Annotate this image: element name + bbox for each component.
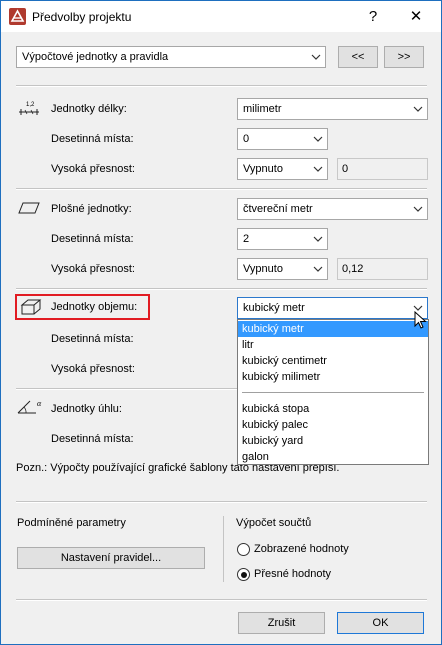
area-precision-label: Vysoká přesnost:: [51, 263, 135, 275]
cancel-button[interactable]: Zrušit: [238, 612, 325, 634]
svg-text:1,2: 1,2: [26, 102, 35, 108]
separator: [16, 599, 427, 601]
length-precision-label: Vysoká přesnost:: [51, 163, 135, 175]
section-select[interactable]: Výpočtové jednotky a pravidla: [16, 46, 326, 68]
dropdown-option-cubic-meter[interactable]: kubický metr: [238, 321, 428, 337]
svg-text:α: α: [37, 399, 42, 408]
dropdown-option-liter[interactable]: litr: [238, 337, 428, 353]
section-select-value: Výpočtové jednotky a pravidla: [22, 51, 169, 63]
exact-values-label[interactable]: Přesné hodnoty: [254, 568, 331, 580]
volume-decimals-label: Desetinná místa:: [51, 333, 134, 345]
displayed-values-label[interactable]: Zobrazené hodnoty: [254, 543, 349, 555]
length-precision-value: Vypnuto: [243, 163, 283, 175]
conditional-params-heading: Podmíněné parametry: [17, 517, 126, 529]
close-button[interactable]: ✕: [404, 7, 428, 27]
area-decimals-label: Desetinná místa:: [51, 233, 134, 245]
separator: [16, 501, 427, 503]
chevron-down-icon: [313, 166, 323, 172]
volume-units-label: Jednotky objemu:: [51, 301, 138, 313]
area-units-label: Plošné jednotky:: [51, 203, 132, 215]
next-section-button[interactable]: >>: [384, 46, 424, 68]
length-decimals-select[interactable]: 0: [237, 128, 328, 150]
separator: [16, 288, 427, 290]
chevron-down-icon: [413, 206, 423, 212]
length-decimals-label: Desetinná místa:: [51, 133, 134, 145]
chevron-down-icon: [311, 54, 321, 60]
chevron-down-icon: [313, 236, 323, 242]
length-units-select[interactable]: milimetr: [237, 98, 428, 120]
volume-units-icon: [20, 299, 42, 315]
length-precision-readout: 0: [337, 158, 428, 180]
length-decimals-value: 0: [243, 133, 250, 145]
totals-heading: Výpočet součtů: [236, 517, 312, 529]
dropdown-option-cubic-yard[interactable]: kubický yard: [238, 433, 428, 449]
dialog-window: Předvolby projektu ? ✕ Výpočtové jednotk…: [0, 0, 442, 645]
area-precision-value: Vypnuto: [243, 263, 283, 275]
separator: [16, 85, 427, 87]
dropdown-option-cubic-centimeter[interactable]: kubický centimetr: [238, 353, 428, 369]
length-units-icon: 1,2: [19, 102, 39, 115]
chevron-down-icon: [313, 266, 323, 272]
dropdown-option-gallon[interactable]: galon: [238, 449, 428, 465]
vertical-separator: [223, 516, 224, 582]
angle-units-label: Jednotky úhlu:: [51, 403, 122, 415]
exact-values-radio[interactable]: [237, 568, 250, 581]
angle-units-icon: α: [17, 399, 42, 414]
window-title: Předvolby projektu: [32, 10, 132, 24]
area-units-icon: [18, 202, 40, 214]
separator: [16, 188, 427, 190]
dropdown-option-cubic-inch[interactable]: kubický palec: [238, 417, 428, 433]
volume-units-dropdown: kubický metr litr kubický centimetr kubi…: [237, 319, 429, 465]
dropdown-option-cubic-foot[interactable]: kubická stopa: [238, 401, 428, 417]
dropdown-option-cubic-millimeter[interactable]: kubický milimetr: [238, 369, 428, 385]
area-decimals-value: 2: [243, 233, 250, 245]
length-units-value: milimetr: [243, 103, 282, 115]
chevron-down-icon: [413, 106, 423, 112]
area-precision-select[interactable]: Vypnuto: [237, 258, 328, 280]
volume-units-value: kubický metr: [243, 302, 305, 314]
mouse-cursor-icon: [414, 311, 427, 329]
area-units-select[interactable]: čtvereční metr: [237, 198, 428, 220]
volume-units-select[interactable]: kubický metr: [237, 297, 428, 319]
rules-settings-button[interactable]: Nastavení pravidel...: [17, 547, 205, 569]
angle-decimals-label: Desetinná místa:: [51, 433, 134, 445]
length-units-label: Jednotky délky:: [51, 103, 127, 115]
displayed-values-radio[interactable]: [237, 543, 250, 556]
dropdown-separator: [242, 392, 424, 393]
ok-button[interactable]: OK: [337, 612, 424, 634]
volume-precision-label: Vysoká přesnost:: [51, 363, 135, 375]
length-precision-select[interactable]: Vypnuto: [237, 158, 328, 180]
area-precision-readout: 0,12: [337, 258, 428, 280]
chevron-down-icon: [313, 136, 323, 142]
prev-section-button[interactable]: <<: [338, 46, 378, 68]
area-decimals-select[interactable]: 2: [237, 228, 328, 250]
title-bar: Předvolby projektu ? ✕: [1, 1, 441, 32]
area-units-value: čtvereční metr: [243, 203, 313, 215]
help-button[interactable]: ?: [363, 7, 383, 27]
archicad-app-icon: [9, 8, 26, 25]
